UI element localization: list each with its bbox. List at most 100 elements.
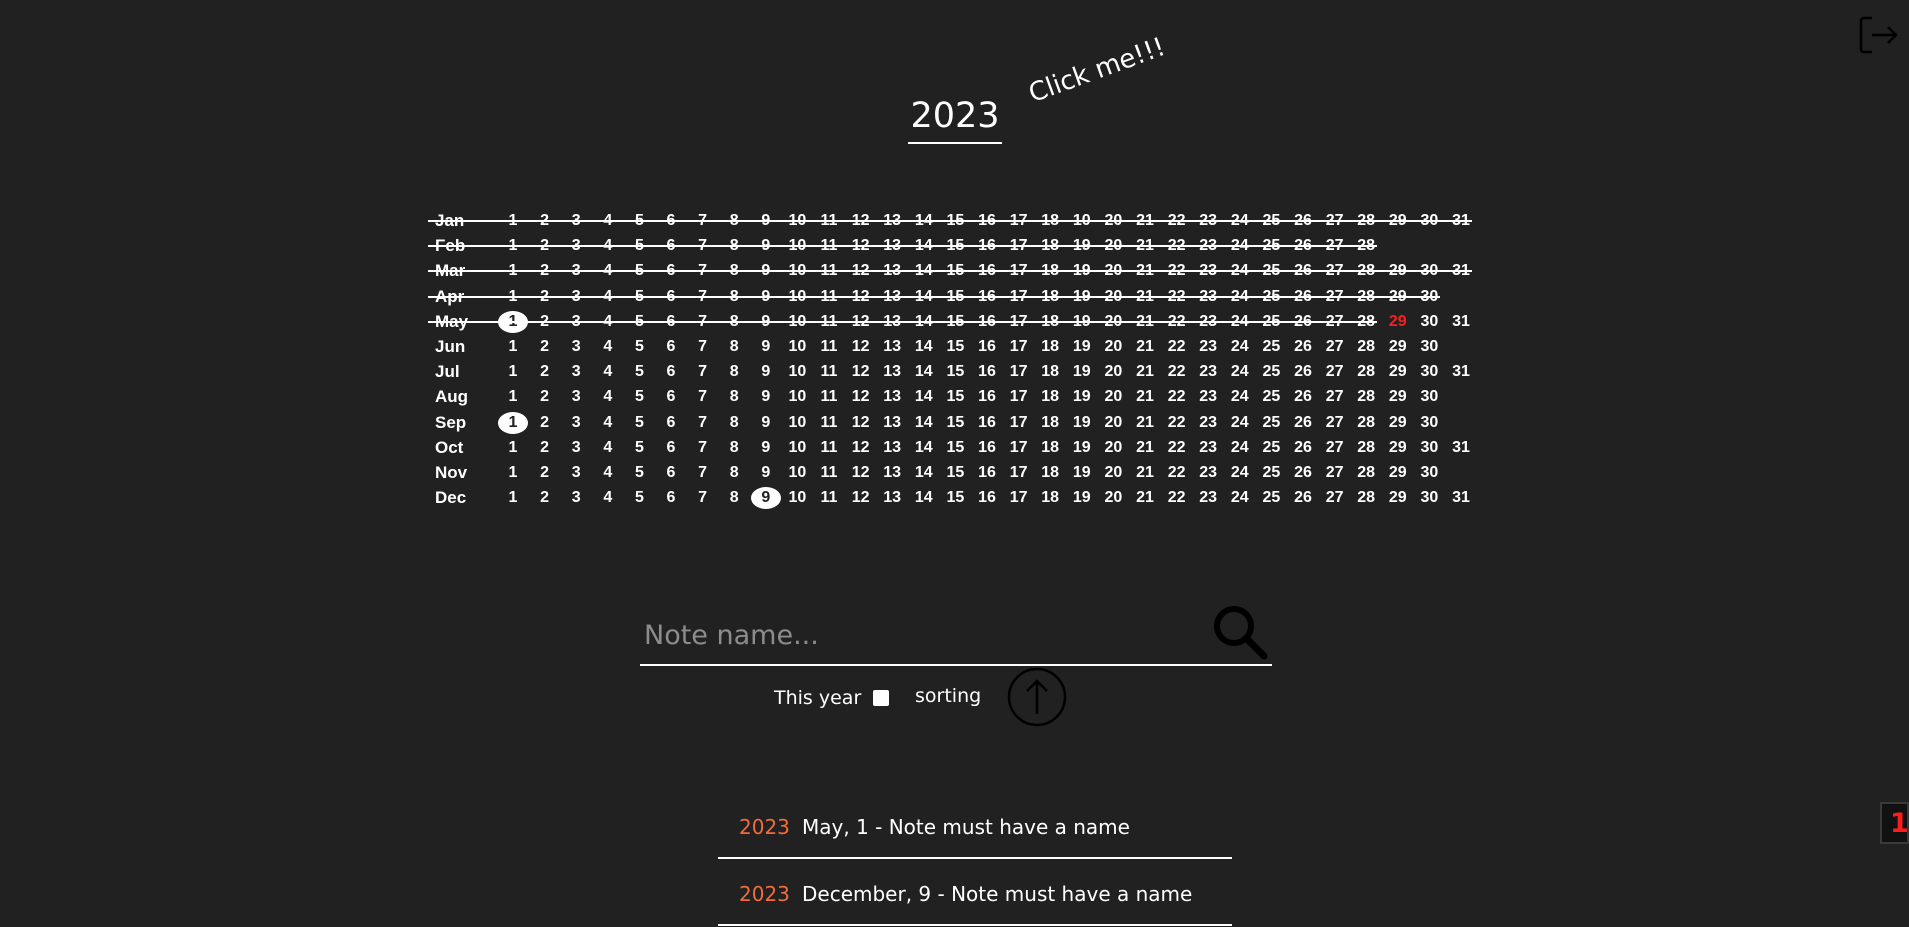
calendar-day[interactable]: 10 [782,361,812,383]
calendar-day[interactable]: 10 [782,311,812,333]
calendar-day[interactable]: 20 [1098,437,1128,459]
calendar-day[interactable]: 7 [688,462,718,484]
calendar-day[interactable]: 23 [1193,311,1223,333]
search-icon[interactable] [1210,602,1270,662]
calendar-day[interactable]: 28 [1351,311,1381,333]
calendar-day[interactable]: 6 [656,412,686,434]
calendar-day[interactable]: 3 [561,260,591,282]
calendar-day[interactable]: 11 [814,286,844,308]
calendar-day[interactable]: 24 [1225,336,1255,358]
calendar-day[interactable]: 26 [1288,235,1318,257]
calendar-day[interactable]: 10 [782,437,812,459]
calendar-day[interactable]: 20 [1098,210,1128,232]
calendar-day[interactable]: 12 [846,412,876,434]
calendar-day[interactable]: 1 [498,235,528,257]
calendar-day[interactable]: 11 [814,260,844,282]
calendar-day[interactable]: 20 [1098,462,1128,484]
calendar-day[interactable]: 3 [561,487,591,509]
calendar-day[interactable]: 7 [688,311,718,333]
calendar-day[interactable]: 1 [498,361,528,383]
calendar-day[interactable]: 28 [1351,260,1381,282]
calendar-day[interactable]: 7 [688,336,718,358]
calendar-day[interactable]: 20 [1098,311,1128,333]
calendar-day[interactable]: 16 [972,361,1002,383]
year-label[interactable]: 2023 [908,96,1002,144]
calendar-day[interactable]: 25 [1256,286,1286,308]
calendar-day[interactable]: 30 [1414,462,1444,484]
calendar-day[interactable]: 15 [940,462,970,484]
calendar-day[interactable]: 25 [1256,462,1286,484]
calendar-day[interactable]: 2 [530,386,560,408]
calendar-day[interactable]: 18 [1035,386,1065,408]
calendar-day[interactable]: 30 [1414,210,1444,232]
calendar-day[interactable]: 17 [1004,361,1034,383]
side-badge[interactable]: 1 [1880,802,1909,844]
calendar-day[interactable]: 13 [877,412,907,434]
calendar-day[interactable]: 13 [877,386,907,408]
search-input[interactable] [642,612,1206,658]
calendar-day[interactable]: 4 [593,412,623,434]
calendar-day[interactable]: 15 [940,336,970,358]
calendar-day[interactable]: 6 [656,311,686,333]
calendar-day[interactable]: 16 [972,235,1002,257]
calendar-day[interactable]: 4 [593,210,623,232]
calendar-day[interactable]: 13 [877,487,907,509]
calendar-day[interactable]: 8 [719,260,749,282]
calendar-day[interactable]: 14 [909,286,939,308]
calendar-day[interactable]: 10 [782,235,812,257]
calendar-day[interactable]: 9 [751,235,781,257]
calendar-day[interactable]: 7 [688,412,718,434]
calendar-day[interactable]: 7 [688,286,718,308]
calendar-day[interactable]: 9 [751,260,781,282]
calendar-day[interactable]: 4 [593,437,623,459]
calendar-day[interactable]: 29 [1383,386,1413,408]
calendar-day[interactable]: 17 [1004,412,1034,434]
calendar-day[interactable]: 4 [593,286,623,308]
calendar-day[interactable]: 12 [846,487,876,509]
calendar-day[interactable]: 28 [1351,437,1381,459]
calendar-day[interactable]: 1 [498,260,528,282]
calendar-day[interactable]: 11 [814,235,844,257]
calendar-day[interactable]: 16 [972,336,1002,358]
calendar-day[interactable]: 24 [1225,311,1255,333]
calendar-day[interactable]: 2 [530,437,560,459]
calendar-day[interactable]: 17 [1004,286,1034,308]
calendar-day[interactable]: 17 [1004,235,1034,257]
calendar-day[interactable]: 23 [1193,487,1223,509]
calendar-day[interactable]: 28 [1351,361,1381,383]
calendar-day[interactable]: 31 [1446,487,1476,509]
calendar-day[interactable]: 28 [1351,336,1381,358]
calendar-day[interactable]: 29 [1383,462,1413,484]
calendar-day[interactable]: 12 [846,235,876,257]
calendar-day[interactable]: 30 [1414,286,1444,308]
calendar-day[interactable]: 6 [656,235,686,257]
calendar-day[interactable]: 14 [909,437,939,459]
calendar-day[interactable]: 1 [498,210,528,232]
calendar-day[interactable]: 22 [1162,386,1192,408]
calendar-day[interactable]: 12 [846,311,876,333]
calendar-day[interactable]: 15 [940,487,970,509]
calendar-day[interactable]: 25 [1256,235,1286,257]
calendar-day[interactable]: 27 [1320,210,1350,232]
calendar-day[interactable]: 23 [1193,361,1223,383]
calendar-day[interactable]: 5 [624,487,654,509]
calendar-day[interactable]: 25 [1256,311,1286,333]
calendar-day[interactable]: 22 [1162,260,1192,282]
calendar-day[interactable]: 3 [561,336,591,358]
calendar-day[interactable]: 24 [1225,412,1255,434]
calendar-day[interactable]: 16 [972,437,1002,459]
calendar-day[interactable]: 17 [1004,336,1034,358]
calendar-day[interactable]: 3 [561,235,591,257]
calendar-day[interactable]: 17 [1004,260,1034,282]
calendar-day[interactable]: 22 [1162,487,1192,509]
calendar-day[interactable]: 10 [782,412,812,434]
sorting-label[interactable]: sorting [915,685,981,707]
calendar-day[interactable]: 6 [656,210,686,232]
calendar-day[interactable]: 23 [1193,235,1223,257]
calendar-day[interactable]: 19 [1067,412,1097,434]
calendar-day[interactable]: 9 [751,311,781,333]
calendar-day[interactable]: 21 [1130,437,1160,459]
calendar-day[interactable]: 20 [1098,286,1128,308]
calendar-day[interactable]: 28 [1351,210,1381,232]
calendar-day[interactable]: 1 [498,336,528,358]
